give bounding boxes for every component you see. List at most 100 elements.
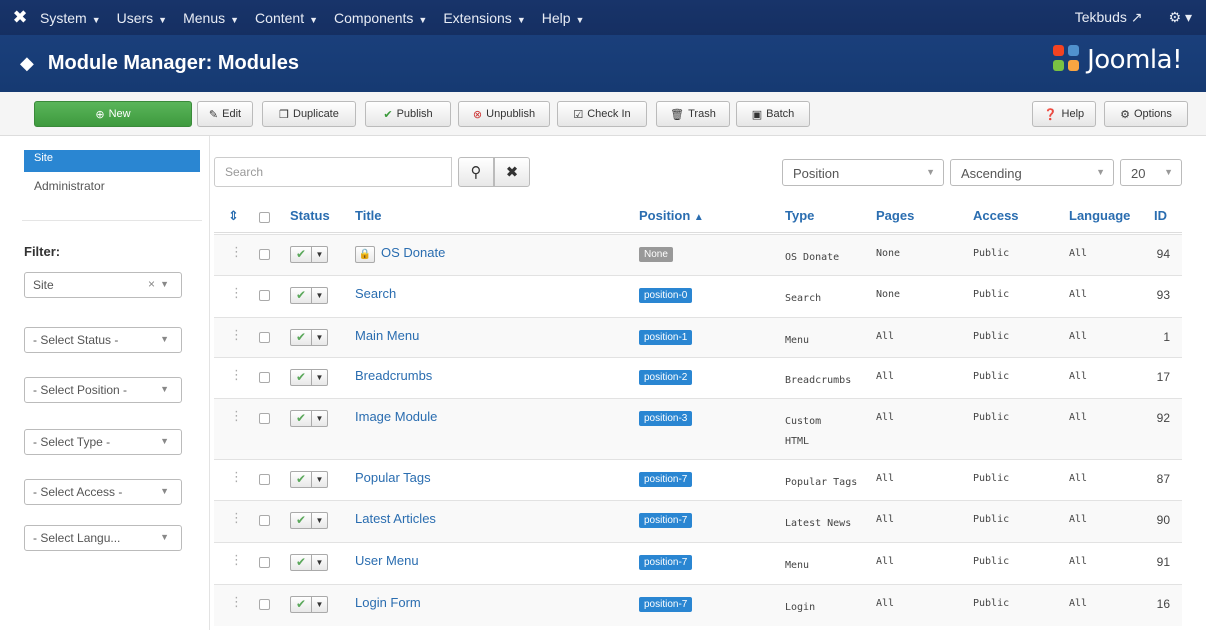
module-title-link[interactable]: Main Menu — [355, 328, 419, 343]
published-check-icon[interactable]: ✔ — [290, 512, 312, 529]
row-title[interactable]: Main Menu — [355, 328, 419, 343]
row-checkbox-box[interactable] — [259, 557, 270, 568]
module-title-link[interactable]: Login Form — [355, 595, 421, 610]
header-title[interactable]: Title — [355, 208, 382, 223]
filter-language-select[interactable]: - Select Langu... ▼ — [24, 525, 182, 551]
module-title-link[interactable]: Latest Articles — [355, 511, 436, 526]
drag-handle-icon[interactable]: ⋮ — [230, 244, 243, 260]
row-checkbox[interactable] — [259, 557, 270, 571]
trash-button[interactable]: 🗑 Trash — [656, 101, 730, 127]
row-title[interactable]: Login Form — [355, 595, 421, 610]
menu-content[interactable]: Content ▼ — [255, 10, 318, 26]
select-all-checkbox[interactable] — [259, 211, 270, 226]
row-checkbox-box[interactable] — [259, 372, 270, 383]
row-checkbox[interactable] — [259, 249, 270, 263]
row-checkbox[interactable] — [259, 413, 270, 427]
row-title[interactable]: Image Module — [355, 409, 437, 424]
menu-users[interactable]: Users ▼ — [117, 10, 167, 26]
row-checkbox[interactable] — [259, 474, 270, 488]
search-input[interactable]: Search — [214, 157, 452, 187]
checkin-button[interactable]: ☑ Check In — [557, 101, 647, 127]
drag-handle-icon[interactable]: ⋮ — [230, 367, 243, 383]
chevron-down-icon[interactable]: ▼ — [312, 369, 328, 386]
header-language[interactable]: Language — [1069, 208, 1130, 223]
help-button[interactable]: ❓ Help — [1032, 101, 1096, 127]
row-title[interactable]: Breadcrumbs — [355, 368, 432, 383]
row-checkbox-box[interactable] — [259, 515, 270, 526]
row-checkbox[interactable] — [259, 515, 270, 529]
limit-select[interactable]: 20 ▼ — [1120, 159, 1182, 186]
row-checkbox[interactable] — [259, 599, 270, 613]
clear-icon[interactable]: × — [148, 277, 155, 291]
row-checkbox[interactable] — [259, 290, 270, 304]
row-checkbox[interactable] — [259, 372, 270, 386]
row-checkbox-box[interactable] — [259, 290, 270, 301]
chevron-down-icon[interactable]: ▼ — [312, 596, 328, 613]
header-position[interactable]: Position ▲ — [639, 208, 704, 223]
row-checkbox-box[interactable] — [259, 413, 270, 424]
status-toggle[interactable]: ✔ ▼ — [290, 410, 328, 427]
drag-handle-icon[interactable]: ⋮ — [230, 594, 243, 610]
module-title-link[interactable]: User Menu — [355, 553, 419, 568]
options-button[interactable]: ⚙ Options — [1104, 101, 1188, 127]
chevron-down-icon[interactable]: ▼ — [312, 410, 328, 427]
module-title-link[interactable]: Search — [355, 286, 396, 301]
unpublish-button[interactable]: ⊗ Unpublish — [458, 101, 550, 127]
row-checkbox-box[interactable] — [259, 474, 270, 485]
chevron-down-icon[interactable]: ▼ — [312, 287, 328, 304]
status-toggle[interactable]: ✔ ▼ — [290, 554, 328, 571]
published-check-icon[interactable]: ✔ — [290, 596, 312, 613]
chevron-down-icon[interactable]: ▼ — [312, 471, 328, 488]
published-check-icon[interactable]: ✔ — [290, 287, 312, 304]
drag-handle-icon[interactable]: ⋮ — [230, 285, 243, 301]
chevron-down-icon[interactable]: ▼ — [312, 512, 328, 529]
published-check-icon[interactable]: ✔ — [290, 471, 312, 488]
menu-menus[interactable]: Menus ▼ — [183, 10, 239, 26]
status-toggle[interactable]: ✔ ▼ — [290, 512, 328, 529]
sidebar-item-site[interactable]: Site — [24, 150, 200, 172]
status-toggle[interactable]: ✔ ▼ — [290, 596, 328, 613]
module-title-link[interactable]: Breadcrumbs — [355, 368, 432, 383]
menu-system[interactable]: System ▼ — [40, 10, 101, 26]
new-button[interactable]: ⊕ New — [34, 101, 192, 127]
header-access[interactable]: Access — [973, 208, 1019, 223]
edit-button[interactable]: ✎ Edit — [197, 101, 253, 127]
clear-search-button[interactable]: ✖ — [494, 157, 530, 187]
published-check-icon[interactable]: ✔ — [290, 369, 312, 386]
duplicate-button[interactable]: ❐ Duplicate — [262, 101, 356, 127]
row-title[interactable]: User Menu — [355, 553, 419, 568]
row-checkbox-box[interactable] — [259, 332, 270, 343]
module-title-link[interactable]: OS Donate — [381, 245, 445, 260]
published-check-icon[interactable]: ✔ — [290, 410, 312, 427]
row-checkbox-box[interactable] — [259, 249, 270, 260]
filter-position-select[interactable]: - Select Position - ▼ — [24, 377, 182, 403]
joomla-menu-icon[interactable]: ✖ — [0, 7, 40, 28]
user-link[interactable]: Tekbuds ↗ — [1075, 9, 1143, 26]
row-checkbox-box[interactable] — [259, 599, 270, 610]
menu-help[interactable]: Help ▼ — [542, 10, 585, 26]
ordering-icon[interactable]: ⇕ — [228, 208, 239, 224]
status-toggle[interactable]: ✔ ▼ — [290, 329, 328, 346]
publish-button[interactable]: ✔ Publish — [365, 101, 451, 127]
published-check-icon[interactable]: ✔ — [290, 246, 312, 263]
menu-extensions[interactable]: Extensions ▼ — [443, 10, 525, 26]
chevron-down-icon[interactable]: ▼ — [312, 554, 328, 571]
row-title[interactable]: Search — [355, 286, 396, 301]
filter-status-select[interactable]: - Select Status - ▼ — [24, 327, 182, 353]
row-title[interactable]: 🔒 OS Donate — [355, 245, 445, 263]
chevron-down-icon[interactable]: ▼ — [312, 246, 328, 263]
drag-handle-icon[interactable]: ⋮ — [230, 469, 243, 485]
row-checkbox[interactable] — [259, 332, 270, 346]
row-title[interactable]: Latest Articles — [355, 511, 436, 526]
drag-handle-icon[interactable]: ⋮ — [230, 327, 243, 343]
status-toggle[interactable]: ✔ ▼ — [290, 287, 328, 304]
chevron-down-icon[interactable]: ▼ — [312, 329, 328, 346]
published-check-icon[interactable]: ✔ — [290, 554, 312, 571]
filter-type-select[interactable]: - Select Type - ▼ — [24, 429, 182, 455]
module-title-link[interactable]: Image Module — [355, 409, 437, 424]
published-check-icon[interactable]: ✔ — [290, 329, 312, 346]
drag-handle-icon[interactable]: ⋮ — [230, 552, 243, 568]
sidebar-item-administrator[interactable]: Administrator — [34, 179, 105, 193]
header-pages[interactable]: Pages — [876, 208, 914, 223]
lock-icon[interactable]: 🔒 — [355, 245, 375, 263]
